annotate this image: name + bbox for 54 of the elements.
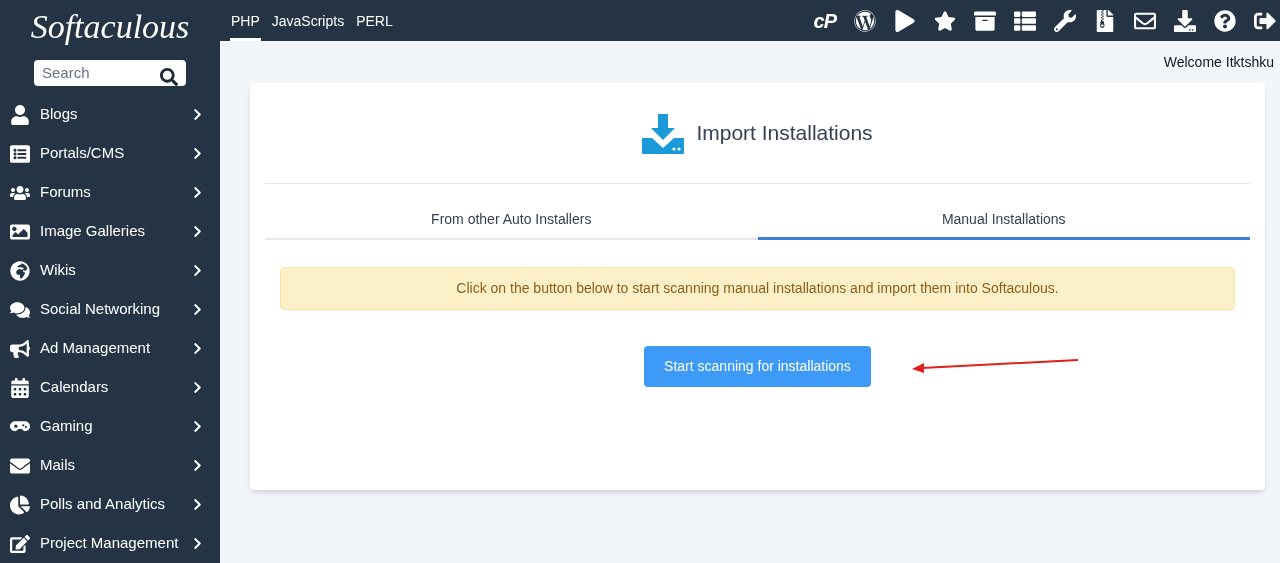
cpanel-logo[interactable]: cP	[813, 5, 836, 36]
sidebar-item[interactable]: Social Networking	[0, 290, 220, 329]
pie-chart-icon	[10, 494, 30, 515]
search-icon	[160, 67, 178, 86]
wordpress-logo-icon[interactable]	[854, 9, 876, 32]
chevron-icon	[191, 186, 204, 199]
chevron-icon	[191, 459, 204, 472]
sidebar-item[interactable]: Forums	[0, 173, 220, 212]
info-notice: Click on the button below to start scanning manual installations and import them into Softaculous.	[280, 267, 1235, 310]
chevron-icon	[191, 147, 204, 160]
download-icon[interactable]	[1174, 9, 1196, 32]
chevron-icon	[191, 342, 204, 355]
language-tab[interactable]: JavaScripts	[270, 0, 346, 41]
import-tab[interactable]: From other Auto Installers	[265, 202, 758, 240]
import-tab[interactable]: Manual Installations	[757, 202, 1250, 240]
chevron-icon	[191, 264, 204, 277]
calendar-icon	[10, 377, 30, 398]
wrench-icon[interactable]	[1054, 9, 1076, 32]
archive-box-icon[interactable]	[974, 9, 996, 32]
language-tab[interactable]: PERL	[355, 0, 394, 41]
edit-icon	[10, 533, 30, 554]
sidebar-item[interactable]: Gaming	[0, 407, 220, 446]
sidebar-item[interactable]: Project Management	[0, 524, 220, 563]
welcome-text: Welcome Itktshku	[1163, 53, 1274, 72]
star-icon[interactable]	[934, 9, 956, 32]
chevron-icon	[191, 420, 204, 433]
search-field[interactable]: Search	[34, 59, 186, 86]
chat-bubbles-icon	[10, 299, 30, 320]
play-icon[interactable]	[894, 9, 916, 32]
sidebar-item[interactable]: Wikis	[0, 251, 220, 290]
sidebar-item[interactable]: Image Galleries	[0, 212, 220, 251]
chevron-icon	[191, 303, 204, 316]
language-tab[interactable]: PHP	[230, 0, 261, 41]
sidebar-item[interactable]: Portals/CMS	[0, 134, 220, 173]
logo: Softaculous	[30, 10, 190, 45]
list-icon	[10, 143, 30, 164]
sidebar-item[interactable]: Polls and Analytics	[0, 485, 220, 524]
zip-file-icon[interactable]	[1094, 9, 1116, 32]
chevron-icon	[191, 498, 204, 511]
sidebar-item[interactable]: Calendars	[0, 368, 220, 407]
chevron-icon	[191, 381, 204, 394]
megaphone-icon	[10, 338, 30, 359]
list-icon[interactable]	[1014, 9, 1036, 32]
sidebar-item[interactable]: Mails	[0, 446, 220, 485]
person-icon	[10, 104, 30, 125]
card-title: Import Installations	[696, 120, 873, 147]
globe-icon	[10, 260, 30, 281]
sidebar-item[interactable]: Blogs	[0, 95, 220, 134]
help-icon[interactable]	[1214, 9, 1236, 32]
sidebar-item[interactable]: Ad Management	[0, 329, 220, 368]
download-tray-icon	[642, 112, 685, 154]
chevron-icon	[191, 225, 204, 238]
chevron-icon	[191, 537, 204, 550]
chevron-icon	[191, 108, 204, 121]
